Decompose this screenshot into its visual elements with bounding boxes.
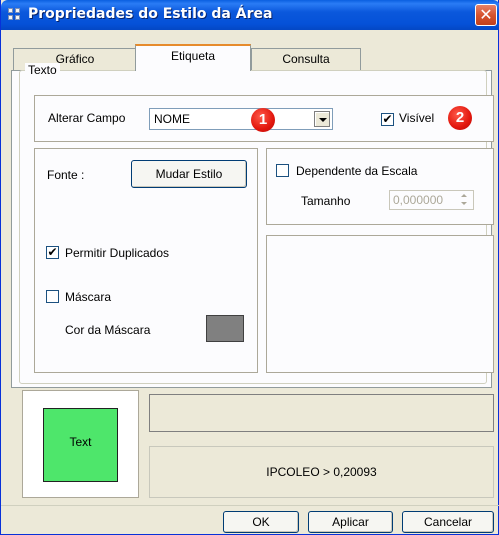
annotation-badge-2: 2 — [448, 106, 472, 130]
dependente-escala-checkbox[interactable] — [276, 164, 289, 177]
mask-color-swatch[interactable] — [206, 315, 244, 342]
check-icon: ✔ — [47, 245, 58, 259]
alterar-campo-label: Alterar Campo — [48, 111, 126, 125]
dialog-window: Propriedades do Estilo da Área ✕ Gráfico… — [0, 0, 499, 535]
info-expression: IPCOLEO > 0,20093 — [149, 446, 494, 498]
permitir-duplicados-checkbox[interactable]: ✔ — [46, 246, 59, 259]
tamanho-label: Tamanho — [301, 194, 351, 208]
spinner-buttons[interactable] — [457, 192, 472, 208]
preview-frame: Text — [22, 390, 139, 498]
footer-separator — [1, 505, 499, 506]
spin-up-icon[interactable] — [457, 192, 472, 200]
aplicar-button[interactable]: Aplicar — [308, 511, 393, 533]
tab-etiqueta[interactable]: Etiqueta — [135, 44, 251, 71]
tab-label: Gráfico — [55, 52, 95, 66]
mascara-label: Máscara — [65, 290, 112, 304]
tab-consulta[interactable]: Consulta — [251, 48, 361, 70]
tamanho-spinner[interactable]: 0,000000 — [389, 190, 474, 210]
title-bar[interactable]: Propriedades do Estilo da Área ✕ — [1, 0, 499, 30]
chevron-down-icon[interactable] — [314, 111, 330, 127]
window-title: Propriedades do Estilo da Área — [28, 6, 273, 22]
app-icon — [8, 8, 22, 22]
close-icon: ✕ — [479, 5, 493, 24]
field-select[interactable]: NOME — [149, 108, 333, 130]
mudar-estilo-button[interactable]: Mudar Estilo — [131, 160, 247, 188]
preview-text: Text — [69, 435, 92, 449]
fonte-label: Fonte : — [47, 168, 85, 182]
dependente-escala-label: Dependente da Escala — [296, 164, 418, 178]
scale-panel — [266, 148, 494, 225]
cor-mascara-label: Cor da Máscara — [65, 323, 151, 337]
spin-down-icon[interactable] — [457, 200, 472, 208]
tab-label: Consulta — [282, 52, 330, 66]
visible-checkbox[interactable]: ✔ — [381, 113, 394, 126]
preview-swatch: Text — [43, 408, 118, 482]
field-select-value: NOME — [154, 112, 190, 126]
annotation-badge-1: 1 — [251, 108, 275, 132]
tab-label: Etiqueta — [170, 49, 216, 63]
permitir-duplicados-label: Permitir Duplicados — [65, 246, 170, 260]
cancelar-button[interactable]: Cancelar — [402, 511, 494, 533]
tamanho-value: 0,000000 — [393, 193, 444, 207]
empty-panel — [266, 235, 494, 373]
check-icon: ✔ — [382, 112, 393, 126]
info-top-box — [149, 394, 494, 432]
visible-label: Visível — [399, 111, 435, 125]
mascara-checkbox[interactable] — [46, 290, 59, 303]
ok-button[interactable]: OK — [223, 511, 299, 533]
close-button[interactable]: ✕ — [475, 4, 497, 26]
texto-group-label: Texto — [25, 63, 60, 77]
